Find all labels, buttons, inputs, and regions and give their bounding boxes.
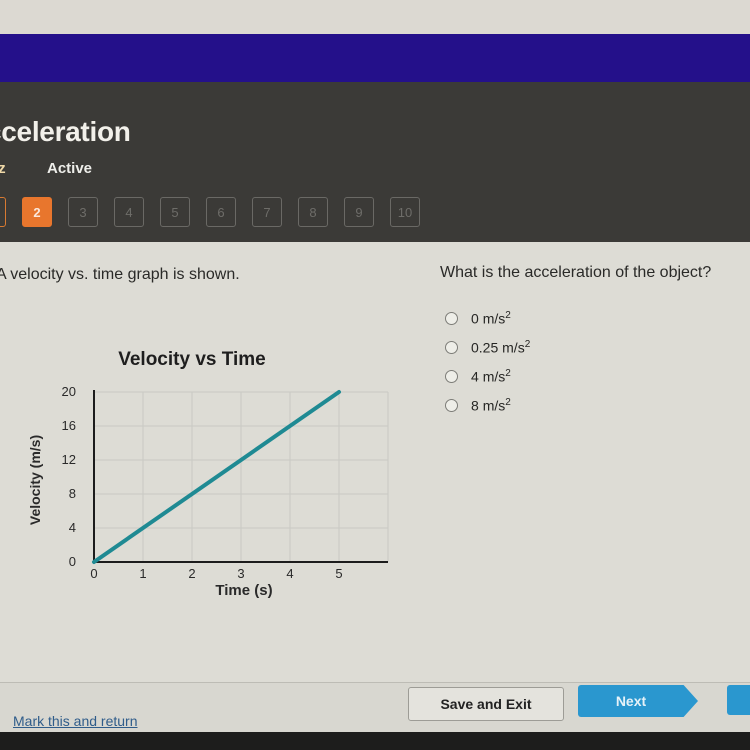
mark-and-return-link[interactable]: Mark this and return — [13, 713, 138, 729]
question-nav-item[interactable]: 6 — [206, 197, 236, 227]
answer-option[interactable]: 8 m/s2 — [445, 391, 530, 420]
question-prompt: A velocity vs. time graph is shown. — [0, 266, 240, 283]
chart-title: Velocity vs Time — [118, 349, 266, 370]
option-value: 8 — [471, 397, 479, 414]
question-text: What is the acceleration of the object? — [440, 264, 712, 281]
y-axis-label: Velocity (m/s) — [27, 435, 43, 525]
option-unit: m/s — [482, 397, 506, 414]
y-tick-label: 16 — [62, 418, 76, 433]
footer-bar: Mark this and return Save and Exit Next — [0, 682, 750, 733]
velocity-series-line — [92, 390, 341, 564]
x-tick-label: 2 — [188, 566, 195, 581]
y-tick-label: 0 — [69, 554, 76, 569]
option-exponent: 2 — [505, 397, 511, 409]
option-unit: m/s — [482, 310, 506, 327]
answer-option[interactable]: 0.25 m/s2 — [445, 333, 530, 362]
x-tick-label: 1 — [139, 566, 146, 581]
question-navigator: 123456789 10 — [0, 197, 420, 227]
status-label: Active — [47, 160, 93, 177]
quiz-header: cceleration iz Active 123456789 10 — [0, 82, 750, 242]
next-button[interactable]: Next — [578, 685, 698, 717]
question-nav-item[interactable]: 5 — [160, 197, 190, 227]
y-tick-label: 4 — [69, 520, 76, 535]
screen-bezel — [0, 732, 750, 750]
question-nav-item[interactable]: 9 — [344, 197, 374, 227]
y-tick-label: 8 — [69, 486, 76, 501]
browser-top-strip — [0, 0, 750, 34]
radio-button[interactable] — [445, 399, 458, 412]
page-title: cceleration — [0, 116, 131, 147]
save-and-exit-button[interactable]: Save and Exit — [408, 687, 564, 721]
option-unit: m/s — [482, 368, 506, 385]
question-nav-item[interactable]: 1 — [0, 197, 6, 227]
answer-option-label: 4 m/s2 — [471, 368, 511, 385]
option-value: 0.25 — [471, 339, 499, 356]
question-nav-item[interactable]: 4 — [114, 197, 144, 227]
answer-option[interactable]: 0 m/s2 — [445, 304, 530, 333]
x-axis-label: Time (s) — [215, 582, 272, 599]
option-exponent: 2 — [505, 310, 511, 322]
answer-options: 0 m/s2 0.25 m/s2 4 m/s2 8 m/s2 — [445, 304, 530, 420]
option-value: 0 — [471, 310, 479, 327]
y-tick-label: 20 — [62, 384, 76, 399]
answer-option-label: 0 m/s2 — [471, 310, 511, 327]
x-tick-label: 5 — [335, 566, 342, 581]
y-tick-label: 12 — [62, 452, 76, 467]
x-tick-label: 0 — [90, 566, 97, 581]
radio-button[interactable] — [445, 341, 458, 354]
question-content: A velocity vs. time graph is shown. What… — [0, 242, 750, 682]
question-nav-item[interactable]: 2 — [22, 197, 52, 227]
answer-option-label: 0.25 m/s2 — [471, 339, 530, 356]
brand-bar — [0, 34, 750, 82]
option-exponent: 2 — [505, 368, 511, 380]
question-nav-item[interactable]: 10 — [390, 197, 420, 227]
radio-button[interactable] — [445, 370, 458, 383]
option-unit: m/s — [502, 339, 525, 356]
question-nav-item[interactable]: 7 — [252, 197, 282, 227]
answer-option-label: 8 m/s2 — [471, 397, 511, 414]
quiz-type-label: iz — [0, 160, 6, 177]
x-tick-label: 3 — [237, 566, 244, 581]
velocity-time-chart: Velocity vs Time 0 1 2 3 4 5048121620 Time (s… — [27, 349, 389, 599]
answer-option[interactable]: 4 m/s2 — [445, 362, 530, 391]
option-exponent: 2 — [524, 339, 531, 351]
submit-button-partial[interactable] — [727, 685, 750, 715]
x-tick-label: 4 — [286, 566, 293, 581]
question-nav-item[interactable]: 8 — [298, 197, 328, 227]
question-nav-item[interactable]: 3 — [68, 197, 98, 227]
option-value: 4 — [471, 368, 479, 385]
radio-button[interactable] — [445, 312, 458, 325]
